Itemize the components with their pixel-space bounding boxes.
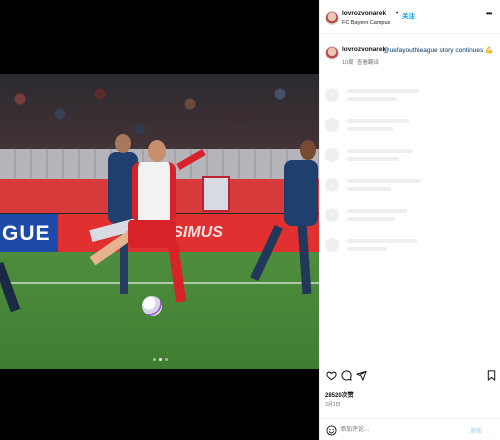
skeleton-line [347, 239, 417, 243]
pitch-line [0, 282, 319, 284]
skeleton-line [347, 157, 399, 161]
skeleton-line [347, 97, 397, 101]
skeleton-line [347, 179, 421, 183]
adboard-text-left: GUE [2, 222, 51, 245]
carousel-indicator [153, 358, 168, 361]
caption-username[interactable]: lovrozvonarek [342, 46, 386, 53]
skeleton-line [347, 89, 419, 93]
skeleton-line [347, 247, 387, 251]
skeleton-lines [347, 89, 419, 101]
skeleton-line [347, 209, 407, 213]
caption-avatar[interactable] [325, 46, 339, 60]
skeleton-avatar [325, 208, 339, 222]
media-area: GUE ASSIMUS [0, 0, 319, 440]
skeleton-avatar [325, 88, 339, 102]
skeleton-line [347, 149, 413, 153]
post-dialog: GUE ASSIMUS lovrozvonarek • 关注 FC Bayern… [0, 0, 500, 440]
skeleton-avatar [325, 148, 339, 162]
skeleton-avatar [325, 178, 339, 192]
caption-text[interactable]: @uefayouthleague story continues 💪 [383, 46, 493, 54]
skeleton-avatar [325, 238, 339, 252]
skeleton-line [347, 187, 391, 191]
comment-skeleton [325, 238, 417, 252]
player-dark-head [115, 134, 131, 153]
bookmark-icon[interactable] [484, 368, 498, 382]
skeleton-line [347, 119, 409, 123]
skeleton-line [347, 127, 393, 131]
skeleton-avatar [325, 118, 339, 132]
likes-count[interactable]: 28520次赞 [325, 390, 354, 399]
more-options-icon[interactable]: ••• [486, 9, 492, 18]
comment-skeleton [325, 118, 409, 132]
follow-button[interactable]: 关注 [402, 10, 415, 20]
comment-input[interactable] [340, 424, 460, 436]
player-red-head [148, 140, 166, 162]
carousel-dot[interactable] [153, 358, 156, 361]
comment-skeleton [325, 88, 419, 102]
skeleton-lines [347, 149, 413, 161]
skeleton-line [347, 217, 395, 221]
comment-skeleton [325, 208, 407, 222]
comment-icon[interactable] [339, 368, 353, 382]
player-red-shirt [132, 162, 176, 220]
post-photo[interactable]: GUE ASSIMUS [0, 74, 319, 369]
post-comment-button[interactable]: 发布 [470, 426, 482, 435]
post-actions [320, 368, 500, 382]
player-right-body [284, 160, 318, 226]
header-username[interactable]: lovrozvonarek [342, 10, 386, 17]
skeleton-lines [347, 179, 421, 191]
heart-icon[interactable] [324, 368, 338, 382]
comment-bar: 发布 [320, 418, 500, 440]
share-icon[interactable] [354, 368, 368, 382]
comment-skeleton [325, 148, 413, 162]
player-right-head [300, 140, 316, 160]
photo-crest [202, 176, 230, 212]
skeleton-lines [347, 239, 417, 251]
emoji-icon[interactable] [326, 425, 337, 436]
location-link[interactable]: FC Bayern Campus [342, 20, 390, 26]
football [142, 296, 162, 316]
avatar[interactable] [325, 11, 339, 25]
skeleton-lines [347, 119, 409, 131]
translate-link[interactable]: 查看翻译 [357, 58, 379, 66]
post-sidebar: lovrozvonarek • 关注 FC Bayern Campus ••• … [319, 0, 500, 440]
comment-skeleton [325, 178, 421, 192]
carousel-dot[interactable] [159, 358, 162, 361]
caption-time: 10周 [342, 60, 354, 66]
post-date: 3月1日 [325, 402, 341, 408]
post-header: lovrozvonarek • 关注 FC Bayern Campus ••• [320, 0, 500, 34]
skeleton-lines [347, 209, 407, 221]
header-separator: • [396, 10, 399, 17]
carousel-dot[interactable] [165, 358, 168, 361]
